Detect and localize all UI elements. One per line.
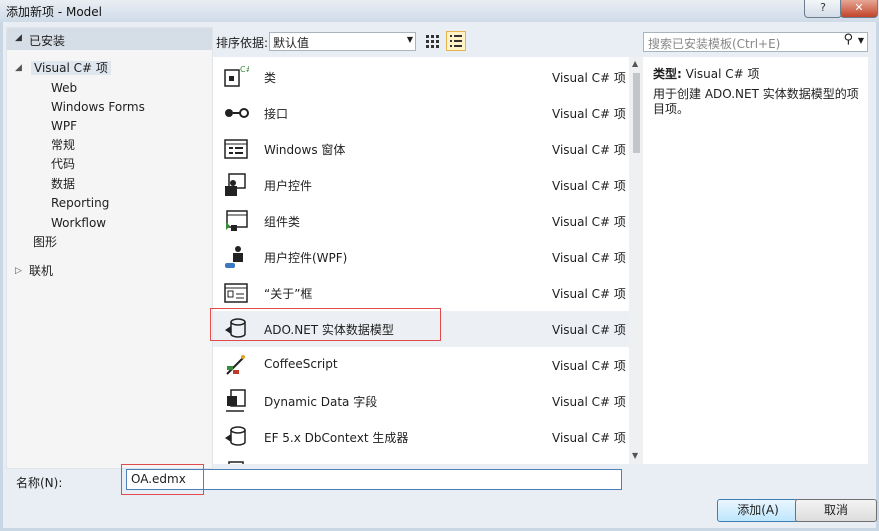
template-name: 类 [264, 71, 277, 85]
chevron-down-icon: ▼ [406, 35, 413, 44]
template-category: Visual C# 项 [552, 395, 626, 409]
collapse-arrow-icon: ◢ [15, 33, 22, 43]
tree-item-reporting[interactable]: Reporting [51, 194, 109, 213]
tree-item-visual-csharp[interactable]: ◢ Visual C# 项 [15, 59, 111, 78]
template-name: 组件类 [264, 215, 301, 229]
template-name: 接口 [264, 107, 289, 121]
tree-header-installed[interactable]: ◢ 已安装 [7, 28, 212, 50]
tree-item-data[interactable]: 数据 [51, 175, 75, 194]
dbcontext-generator-icon [225, 426, 246, 446]
coffeescript-icon [226, 355, 245, 375]
grid-view-button[interactable] [422, 31, 442, 51]
close-button[interactable]: ✕ [840, 0, 878, 18]
tree-item-workflow[interactable]: Workflow [51, 214, 106, 233]
template-item-ef-dbcontext-generator[interactable]: EF 5.x DbContext 生成器 Visual C# 项 [213, 419, 629, 455]
tree-item-windows-forms[interactable]: Windows Forms [51, 98, 145, 117]
template-category: Visual C# 项 [552, 431, 626, 445]
template-category: Visual C# 项 [552, 107, 626, 121]
highlight-box-name [121, 464, 204, 495]
sort-label: 排序依据: [216, 36, 269, 50]
dynamic-data-icon [226, 389, 246, 412]
tree-item-web[interactable]: Web [51, 79, 77, 98]
scrollbar-thumb[interactable] [633, 73, 640, 153]
template-name: Windows 窗体 [264, 143, 346, 157]
details-panel: 类型: Visual C# 项 用于创建 ADO.NET 实体数据模型的项目项。 [643, 57, 868, 464]
tree-item-label: 联机 [29, 264, 54, 278]
add-button[interactable]: 添加(A) [717, 499, 799, 522]
template-item-component-class[interactable]: 组件类 Visual C# 项 [213, 203, 629, 239]
tree-item-online[interactable]: ▷ 联机 [15, 262, 54, 281]
expand-right-arrow-icon: ▷ [15, 266, 22, 276]
tree-item-wpf[interactable]: WPF [51, 117, 77, 136]
template-name: EF 5.x DbContext 生成器 [264, 431, 409, 445]
grid-view-icon [426, 35, 439, 48]
cancel-button[interactable]: 取消 [795, 499, 877, 522]
class-icon: C# [224, 65, 249, 87]
template-item-coffeescript[interactable]: CoffeeScript Visual C# 项 [213, 347, 629, 383]
help-button[interactable]: ? [804, 0, 842, 18]
tree-item-general[interactable]: 常规 [51, 136, 75, 155]
window-title: 添加新项 - Model [6, 5, 102, 19]
template-item-class[interactable]: C# 类 Visual C# 项 [213, 59, 629, 95]
windows-form-icon [224, 139, 248, 159]
template-category: Visual C# 项 [552, 71, 626, 85]
chevron-down-icon[interactable]: ▼ [858, 36, 864, 45]
template-description: 用于创建 ADO.NET 实体数据模型的项目项。 [653, 87, 859, 116]
title-bar: 添加新项 - Model ? ✕ [0, 0, 879, 22]
highlight-box-entity-model [210, 308, 441, 341]
tree-item-code[interactable]: 代码 [51, 155, 75, 174]
tree-item-label: Visual C# 项 [31, 61, 111, 75]
template-category: Visual C# 项 [552, 215, 626, 229]
template-name: 用户控件 [264, 179, 313, 193]
search-icon[interactable]: ⚲ [843, 32, 853, 47]
interface-icon [225, 108, 249, 118]
list-view-button[interactable] [446, 31, 466, 51]
template-category: Visual C# 项 [552, 179, 626, 193]
template-list-scrollbar[interactable]: ▲ ▼ [629, 57, 644, 464]
template-item-partial [213, 455, 629, 464]
about-box-icon [224, 283, 248, 303]
tree-item-graphics[interactable]: 图形 [33, 233, 57, 252]
type-label: 类型: [653, 67, 682, 81]
template-item-interface[interactable]: 接口 Visual C# 项 [213, 95, 629, 131]
template-item-user-control[interactable]: 用户控件 Visual C# 项 [213, 167, 629, 203]
template-name: 用户控件(WPF) [264, 251, 348, 265]
sort-value: 默认值 [273, 36, 310, 50]
template-item-wpf-user-control[interactable]: 用户控件(WPF) Visual C# 项 [213, 239, 629, 275]
scroll-down-arrow-icon[interactable]: ▼ [632, 451, 638, 460]
list-view-icon [450, 35, 462, 47]
template-category: Visual C# 项 [552, 143, 626, 157]
search-box[interactable]: 搜索已安装模板(Ctrl+E) ⚲ ▼ [643, 32, 868, 52]
scroll-up-arrow-icon[interactable]: ▲ [632, 59, 638, 68]
user-control-icon [225, 173, 246, 196]
template-item-about-box[interactable]: “关于”框 Visual C# 项 [213, 275, 629, 311]
template-list: C# 类 Visual C# 项 接口 Visual C# 项 Windows … [213, 57, 629, 464]
wpf-user-control-icon [225, 246, 243, 268]
component-class-icon [226, 210, 248, 231]
tree-header-label: 已安装 [29, 34, 66, 48]
template-name: CoffeeScript [264, 357, 338, 371]
template-category: Visual C# 项 [552, 359, 626, 373]
template-category: Visual C# 项 [552, 287, 626, 301]
name-label: 名称(N): [16, 476, 63, 490]
svg-text:C#: C# [240, 65, 249, 74]
dialog-client: ◢ 已安装 ◢ Visual C# 项 Web Windows Forms WP… [3, 22, 877, 528]
template-name: “关于”框 [264, 287, 313, 301]
sort-dropdown[interactable]: 默认值 ▼ [269, 32, 416, 51]
search-placeholder: 搜索已安装模板(Ctrl+E) [648, 37, 781, 51]
template-category: Visual C# 项 [552, 323, 626, 337]
template-type: 类型: Visual C# 项 [653, 65, 760, 82]
template-item-windows-form[interactable]: Windows 窗体 Visual C# 项 [213, 131, 629, 167]
type-value: Visual C# 项 [685, 67, 760, 81]
template-tree: ◢ 已安装 ◢ Visual C# 项 Web Windows Forms WP… [6, 27, 213, 469]
template-name: Dynamic Data 字段 [264, 395, 378, 409]
expand-arrow-icon: ◢ [15, 63, 22, 73]
template-item-dynamic-data-field[interactable]: Dynamic Data 字段 Visual C# 项 [213, 383, 629, 419]
template-category: Visual C# 项 [552, 251, 626, 265]
document-icon [228, 461, 244, 464]
